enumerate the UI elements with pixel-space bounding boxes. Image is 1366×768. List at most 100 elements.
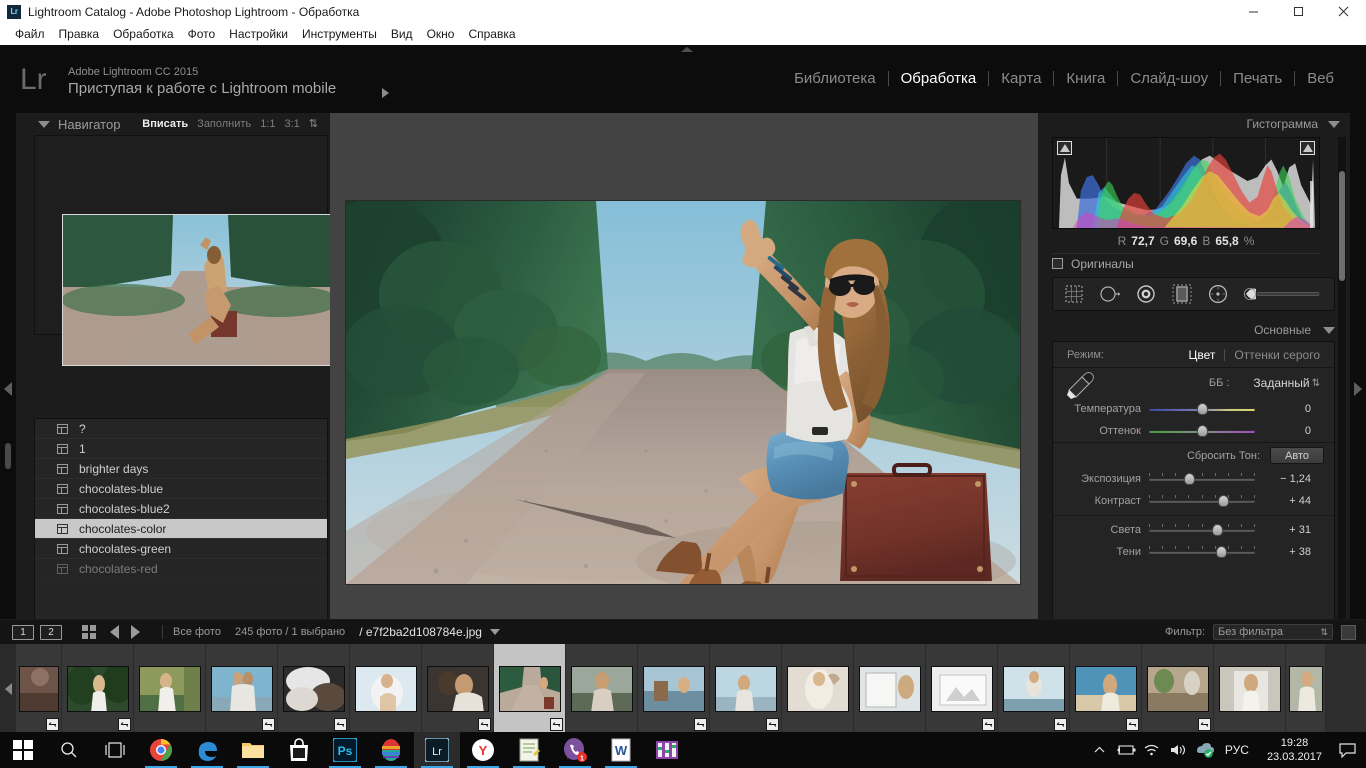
list-item[interactable]: [206, 644, 278, 733]
navigator-preview-box[interactable]: [34, 135, 334, 366]
list-item[interactable]: [16, 644, 62, 733]
list-item[interactable]: [1286, 644, 1326, 733]
menu-help[interactable]: Справка: [461, 25, 522, 43]
task-view-icon[interactable]: [92, 732, 138, 768]
action-center-icon[interactable]: [1332, 732, 1362, 768]
grid-view-icon[interactable]: [82, 625, 96, 639]
chevron-down-icon[interactable]: [489, 629, 500, 635]
module-web[interactable]: Веб: [1295, 68, 1346, 89]
list-item[interactable]: 1: [35, 439, 327, 459]
list-item[interactable]: [422, 644, 494, 733]
treatment-color[interactable]: Цвет: [1189, 348, 1216, 362]
taskbar-microsoft-store-icon[interactable]: [276, 732, 322, 768]
source-label[interactable]: Все фото: [173, 626, 221, 638]
clock[interactable]: 19:28 23.03.2017: [1257, 736, 1332, 764]
slider-value[interactable]: + 44: [1255, 495, 1311, 507]
zoom-1to1[interactable]: 1:1: [260, 118, 275, 130]
slider-track-area[interactable]: [1149, 402, 1255, 416]
list-item[interactable]: brighter days: [35, 459, 327, 479]
taskbar-lightroom-icon[interactable]: Lr: [414, 732, 460, 768]
menu-edit[interactable]: Правка: [52, 25, 107, 43]
main-window-button[interactable]: 1: [12, 624, 34, 640]
menu-view[interactable]: Вид: [384, 25, 420, 43]
taskbar-chrome-icon[interactable]: [138, 732, 184, 768]
slider-value[interactable]: − 1,24: [1255, 473, 1311, 485]
taskbar-notepad-icon[interactable]: [506, 732, 552, 768]
top-panel-collapse[interactable]: [676, 45, 698, 53]
next-photo-icon[interactable]: [131, 625, 140, 639]
white-balance-selector-icon[interactable]: [1061, 370, 1095, 400]
adjustment-brush-icon[interactable]: [1243, 283, 1323, 305]
crop-tool-icon[interactable]: [1063, 283, 1085, 305]
spot-removal-icon[interactable]: [1099, 283, 1121, 305]
filmstrip-thumbnails[interactable]: [0, 644, 1366, 733]
left-panel-collapse[interactable]: [0, 113, 16, 664]
list-item[interactable]: [62, 644, 134, 733]
zoom-fit[interactable]: Вписать: [142, 118, 188, 130]
taskbar-edge-icon[interactable]: [184, 732, 230, 768]
list-item[interactable]: [782, 644, 854, 733]
module-slideshow[interactable]: Слайд-шоу: [1118, 68, 1220, 89]
white-balance-value[interactable]: Заданный: [1253, 376, 1309, 390]
menu-file[interactable]: Файл: [8, 25, 52, 43]
zoom-stepper-icon[interactable]: ⇅: [309, 118, 318, 129]
module-library[interactable]: Библиотека: [782, 68, 888, 89]
slider-knob[interactable]: [1197, 425, 1208, 437]
right-panel-scrollbar[interactable]: [1338, 137, 1346, 657]
list-item[interactable]: [278, 644, 350, 733]
dropbox-icon[interactable]: [1191, 732, 1217, 768]
radial-filter-icon[interactable]: [1207, 283, 1229, 305]
play-arrow-icon[interactable]: [382, 88, 389, 98]
slider-value[interactable]: + 38: [1255, 546, 1311, 558]
chevron-down-icon[interactable]: [38, 120, 50, 128]
red-eye-icon[interactable]: [1135, 283, 1157, 305]
list-item[interactable]: chocolates-blue2: [35, 499, 327, 519]
list-item[interactable]: [926, 644, 998, 733]
list-item[interactable]: [638, 644, 710, 733]
list-item[interactable]: chocolates-green: [35, 539, 327, 559]
chevron-down-icon[interactable]: [1328, 120, 1340, 128]
taskbar-color-app-icon[interactable]: [368, 732, 414, 768]
menu-develop[interactable]: Обработка: [106, 25, 181, 43]
presets-list[interactable]: ? 1 brighter days chocolates-blue chocol…: [34, 418, 328, 652]
filmstrip-scroll-left[interactable]: [0, 644, 16, 733]
zoom-fill[interactable]: Заполнить: [197, 118, 251, 130]
module-develop[interactable]: Обработка: [889, 68, 989, 89]
battery-icon[interactable]: [1113, 732, 1139, 768]
slider-track-area[interactable]: [1149, 424, 1255, 438]
slider-value[interactable]: + 31: [1255, 524, 1311, 536]
module-print[interactable]: Печать: [1221, 68, 1294, 89]
module-book[interactable]: Книга: [1054, 68, 1117, 89]
list-item[interactable]: [854, 644, 926, 733]
module-map[interactable]: Карта: [989, 68, 1053, 89]
list-item[interactable]: [998, 644, 1070, 733]
left-panel-grip[interactable]: [5, 443, 11, 469]
list-item[interactable]: [1214, 644, 1286, 733]
show-hidden-icons[interactable]: [1087, 732, 1113, 768]
slider-track-area[interactable]: [1149, 545, 1255, 559]
auto-tone-button[interactable]: Авто: [1270, 447, 1324, 464]
list-item[interactable]: [134, 644, 206, 733]
slider-track-area[interactable]: [1149, 472, 1255, 486]
slider-track-area[interactable]: [1149, 494, 1255, 508]
slider-track-area[interactable]: [1149, 523, 1255, 537]
list-item[interactable]: chocolates-blue: [35, 479, 327, 499]
slider-knob[interactable]: [1218, 495, 1230, 507]
list-item[interactable]: ?: [35, 419, 327, 439]
slider-knob[interactable]: [1184, 473, 1196, 485]
slider-knob[interactable]: [1197, 403, 1208, 415]
white-balance-stepper-icon[interactable]: ⇅: [1312, 378, 1320, 388]
minimize-button[interactable]: [1231, 0, 1276, 23]
second-window-button[interactable]: 2: [40, 624, 62, 640]
filter-select[interactable]: Без фильтра ⇅: [1213, 624, 1333, 640]
menu-photo[interactable]: Фото: [181, 25, 223, 43]
list-item[interactable]: [566, 644, 638, 733]
taskbar-photoshop-icon[interactable]: Ps: [322, 732, 368, 768]
menu-settings[interactable]: Настройки: [222, 25, 295, 43]
current-filename[interactable]: / e7f2ba2d108784e.jpg: [359, 625, 482, 639]
main-photo[interactable]: [346, 201, 1020, 584]
volume-icon[interactable]: [1165, 732, 1191, 768]
list-item[interactable]: [1142, 644, 1214, 733]
chevron-down-icon[interactable]: [1323, 326, 1335, 334]
search-icon[interactable]: [46, 732, 92, 768]
